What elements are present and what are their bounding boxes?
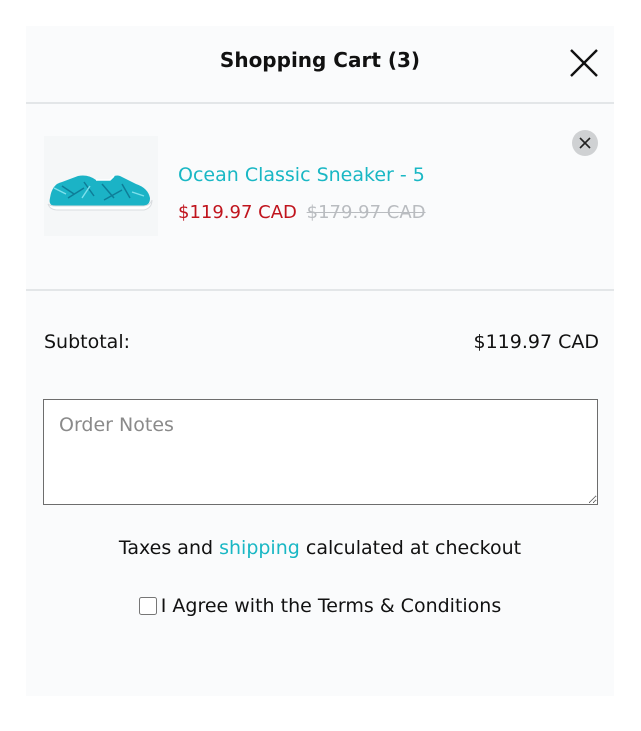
cart-drawer: Shopping Cart (3) Ocean Classic Sneaker … (26, 26, 614, 696)
close-icon (579, 137, 591, 149)
shipping-link[interactable]: shipping (219, 537, 300, 559)
close-button[interactable] (569, 48, 599, 78)
terms-row: I Agree with the Terms & Conditions (26, 595, 614, 617)
cart-item: Ocean Classic Sneaker - 5 $119.97 CAD $1… (26, 104, 614, 291)
order-notes-input[interactable] (43, 399, 598, 505)
tax-info-text: Taxes and (118, 537, 220, 559)
tax-info-text-end: calculated at checkout (299, 537, 522, 559)
price-row: $119.97 CAD $179.97 CAD (178, 202, 426, 223)
cart-title: Shopping Cart (3) (219, 48, 421, 72)
sale-price: $119.97 CAD (178, 202, 297, 223)
product-name-link[interactable]: Ocean Classic Sneaker - 5 (178, 164, 425, 186)
product-thumbnail[interactable] (44, 136, 158, 236)
terms-label[interactable]: I Agree with the Terms & Conditions (161, 595, 502, 617)
remove-item-button[interactable] (572, 130, 598, 156)
terms-checkbox[interactable] (138, 597, 157, 615)
tax-info: Taxes and shipping calculated at checkou… (26, 537, 614, 559)
sneaker-image (47, 175, 153, 211)
subtotal-value: $119.97 CAD (473, 331, 599, 353)
subtotal-label: Subtotal: (44, 331, 131, 353)
original-price: $179.97 CAD (306, 202, 426, 223)
close-icon (570, 49, 598, 77)
cart-header: Shopping Cart (3) (26, 26, 614, 104)
